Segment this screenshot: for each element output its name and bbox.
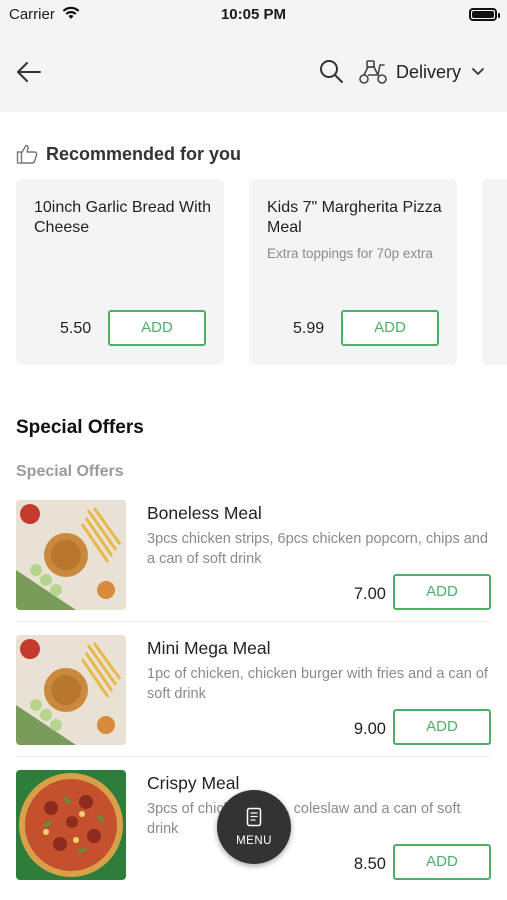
special-offers-title: Special Offers [16,417,144,438]
nav-header: Delivery [0,30,507,112]
status-bar: Carrier 10:05 PM [0,0,507,30]
add-button[interactable]: ADD [341,310,439,346]
recommended-item-name: Kids 7" Margherita Pizza Meal [267,199,442,236]
menu-item-price: 8.50 [353,855,386,873]
menu-item-name: Mini Mega Meal [147,638,271,658]
recommended-item-price: 5.99 [293,320,325,337]
menu-item-description: 1pc of chicken, chicken burger with frie… [147,666,488,702]
recommended-item-name: 10inch Garlic Bread With Cheese [34,199,211,236]
menu-item-description: 3pcs of chicken strips, coleslaw and a c… [147,801,461,837]
battery-icon [469,8,500,21]
add-button[interactable]: ADD [393,574,491,610]
recommended-item-description: Extra toppings for 70p extra [267,246,433,261]
menu-book-icon [246,807,262,827]
menu-item-price: 9.00 [353,720,386,738]
menu-fab-label: MENU [236,835,272,847]
menu-item[interactable]: Boneless Meal 3pcs chicken strips, 6pcs … [16,500,491,622]
thumbs-up-icon [16,144,38,164]
status-time: 10:05 PM [220,6,287,23]
menu-item-description: 3pcs chicken strips, 6pcs chicken popcor… [147,531,488,567]
delivery-selector[interactable]: Delivery [358,56,485,88]
menu-item-name: Crispy Meal [147,773,240,793]
recommended-header: Recommended for you [16,143,241,165]
menu-fab-button[interactable]: MENU [217,790,291,864]
menu-item-price: 7.00 [353,585,386,603]
recommended-title: Recommended for you [46,143,242,164]
chevron-down-icon [472,68,484,75]
recommended-card[interactable]: 10inch Garlic Bread With Cheese 5.50 ADD [16,179,224,365]
delivery-label: Delivery [396,61,462,82]
crispy-meal-image [16,770,126,880]
add-button[interactable]: ADD [393,709,491,745]
recommended-card-partial[interactable] [482,179,507,365]
category-label: Special Offers [16,463,124,480]
mini-mega-meal-image [16,635,126,745]
scooter-icon [359,60,387,84]
menu-item[interactable]: Mini Mega Meal 1pc of chicken, chicken b… [16,635,491,757]
boneless-meal-image [16,500,126,610]
recommended-card[interactable]: Kids 7" Margherita Pizza Meal Extra topp… [249,179,457,365]
add-button[interactable]: ADD [108,310,206,346]
arrow-left-icon[interactable] [14,57,44,87]
add-button[interactable]: ADD [393,844,491,880]
menu-item-name: Boneless Meal [147,503,262,523]
recommended-item-price: 5.50 [60,320,92,337]
search-icon[interactable] [317,57,345,85]
